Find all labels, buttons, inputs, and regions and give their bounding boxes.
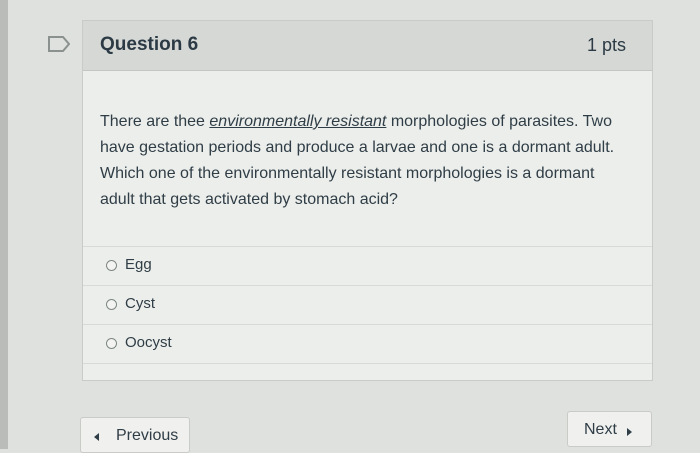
answer-label: Cyst <box>125 295 155 312</box>
answer-list: Egg Cyst Oocyst <box>83 246 652 364</box>
answer-label: Egg <box>125 256 152 273</box>
question-text-start: There are thee <box>100 113 210 130</box>
answer-option-egg[interactable]: Egg <box>83 246 652 285</box>
question-points: 1 pts <box>586 35 626 55</box>
radio-button[interactable] <box>106 299 117 310</box>
next-button-label: Next <box>584 421 617 438</box>
chevron-left-icon <box>94 433 99 441</box>
chevron-right-icon <box>627 428 632 436</box>
radio-button[interactable] <box>106 260 117 271</box>
flag-question-icon[interactable] <box>48 36 70 52</box>
answer-option-cyst[interactable]: Cyst <box>83 285 652 324</box>
previous-button[interactable]: Previous <box>80 417 190 453</box>
question-text-underlined: environmentally resistant <box>209 113 387 130</box>
question-card: Question 6 1 pts There are thee environm… <box>82 20 653 381</box>
page-left-edge <box>0 0 8 449</box>
previous-button-label: Previous <box>116 427 179 444</box>
answer-label: Oocyst <box>125 334 172 351</box>
question-text: There are thee environmentally resistant… <box>100 109 620 213</box>
radio-button[interactable] <box>106 338 117 349</box>
answer-option-oocyst[interactable]: Oocyst <box>83 324 652 364</box>
next-button[interactable]: Next <box>567 411 652 447</box>
question-title: Question 6 <box>100 34 199 55</box>
question-header: Question 6 1 pts <box>83 21 652 71</box>
